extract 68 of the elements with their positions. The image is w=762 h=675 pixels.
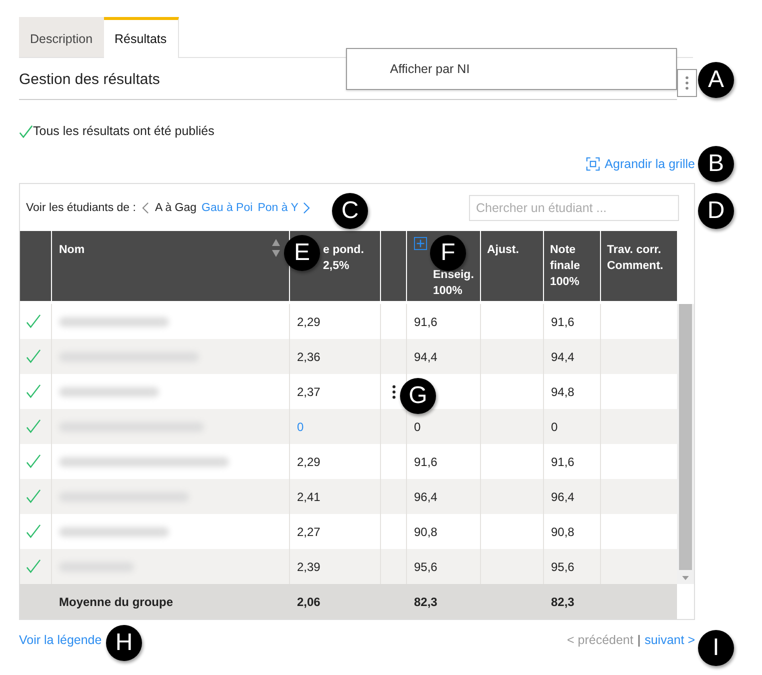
expand-grid-link[interactable]: Agrandir la grille <box>586 157 695 171</box>
callout-marker: D <box>698 193 734 229</box>
cell-value: 0 <box>297 420 304 434</box>
cell-value: 90,8 <box>551 524 574 538</box>
cell-value: 91,6 <box>414 454 438 468</box>
next-link[interactable]: suivant > <box>644 633 695 647</box>
filter-label: Voir les étudiants de : <box>26 202 136 214</box>
cell-value: 2,41 <box>297 490 320 504</box>
legend-link[interactable]: Voir la légende <box>19 633 102 647</box>
header-text: 100% <box>550 275 580 290</box>
cell-value: 91,6 <box>414 314 438 328</box>
group-link[interactable]: A à Gag <box>154 202 197 214</box>
header-text: Enseig. <box>433 268 474 283</box>
chevron-left-icon[interactable] <box>142 202 149 214</box>
cell-value: 0 <box>414 420 421 434</box>
section-title: Gestion des résultats <box>19 70 160 88</box>
separator-text: | <box>637 633 641 647</box>
cell-value: 2,27 <box>297 524 320 538</box>
scrollbar[interactable] <box>677 304 694 584</box>
header-text: Trav. corr. <box>607 243 662 258</box>
header-text: 2,5% <box>323 259 350 274</box>
status-text: Tous les résultats ont été publiés <box>33 124 214 138</box>
cell-value: 94,4 <box>551 350 574 364</box>
group-link[interactable]: Gau à Poi <box>202 202 253 214</box>
callout-marker: A <box>698 62 734 98</box>
cell-value: 2,37 <box>297 384 320 398</box>
cell-value: 0 <box>551 420 558 434</box>
footer-value: 82,3 <box>551 594 574 608</box>
group-link[interactable]: Pon à Y <box>258 202 298 214</box>
cell-value: 2,29 <box>297 454 320 468</box>
expand-icon <box>586 157 600 171</box>
cell-value: 95,6 <box>414 560 438 574</box>
search-field[interactable]: Chercher un étudiant ... <box>469 194 679 220</box>
header-text: finale <box>550 259 580 274</box>
cell-value: 91,6 <box>551 314 574 328</box>
callout-marker: H <box>106 625 142 661</box>
header-text: Nom <box>59 243 85 258</box>
cell-value: 2,36 <box>297 350 320 364</box>
cell-value: 94,4 <box>414 350 438 364</box>
tab[interactable]: Résultats <box>104 17 179 58</box>
header-text: 100% <box>433 284 462 299</box>
callout-marker: I <box>698 630 734 666</box>
footer-label: Moyenne du groupe <box>59 594 173 608</box>
more-button[interactable] <box>677 69 697 97</box>
cell-value: 96,4 <box>551 490 574 504</box>
callout-marker: C <box>332 193 368 229</box>
tab[interactable]: Description <box>19 17 104 57</box>
header-text: Comment. <box>607 259 664 274</box>
menu-item[interactable]: Afficher par NI <box>347 49 676 76</box>
header-text: Note <box>550 243 576 258</box>
scroll-down-icon[interactable] <box>682 576 689 581</box>
cell-value: 91,6 <box>551 454 574 468</box>
header-text: Ajust. <box>487 243 519 258</box>
cell-value: 90,8 <box>414 524 438 538</box>
cell-value: 2,29 <box>297 314 320 328</box>
chevron-right-icon[interactable] <box>303 202 310 214</box>
footer-value: 82,3 <box>414 594 438 608</box>
sort-icon[interactable] <box>271 238 281 258</box>
cell-value: 94,8 <box>551 384 574 398</box>
header-text: e pond. <box>323 243 364 258</box>
cell-value: 95,6 <box>551 560 574 574</box>
expand-icon[interactable] <box>414 237 427 250</box>
more-icon[interactable] <box>392 384 396 398</box>
cell-value: 96,4 <box>414 490 438 504</box>
footer-value: 2,06 <box>297 594 320 608</box>
more-icon <box>685 76 689 90</box>
cell-value: 2,39 <box>297 560 320 574</box>
callout-marker: B <box>698 146 734 182</box>
